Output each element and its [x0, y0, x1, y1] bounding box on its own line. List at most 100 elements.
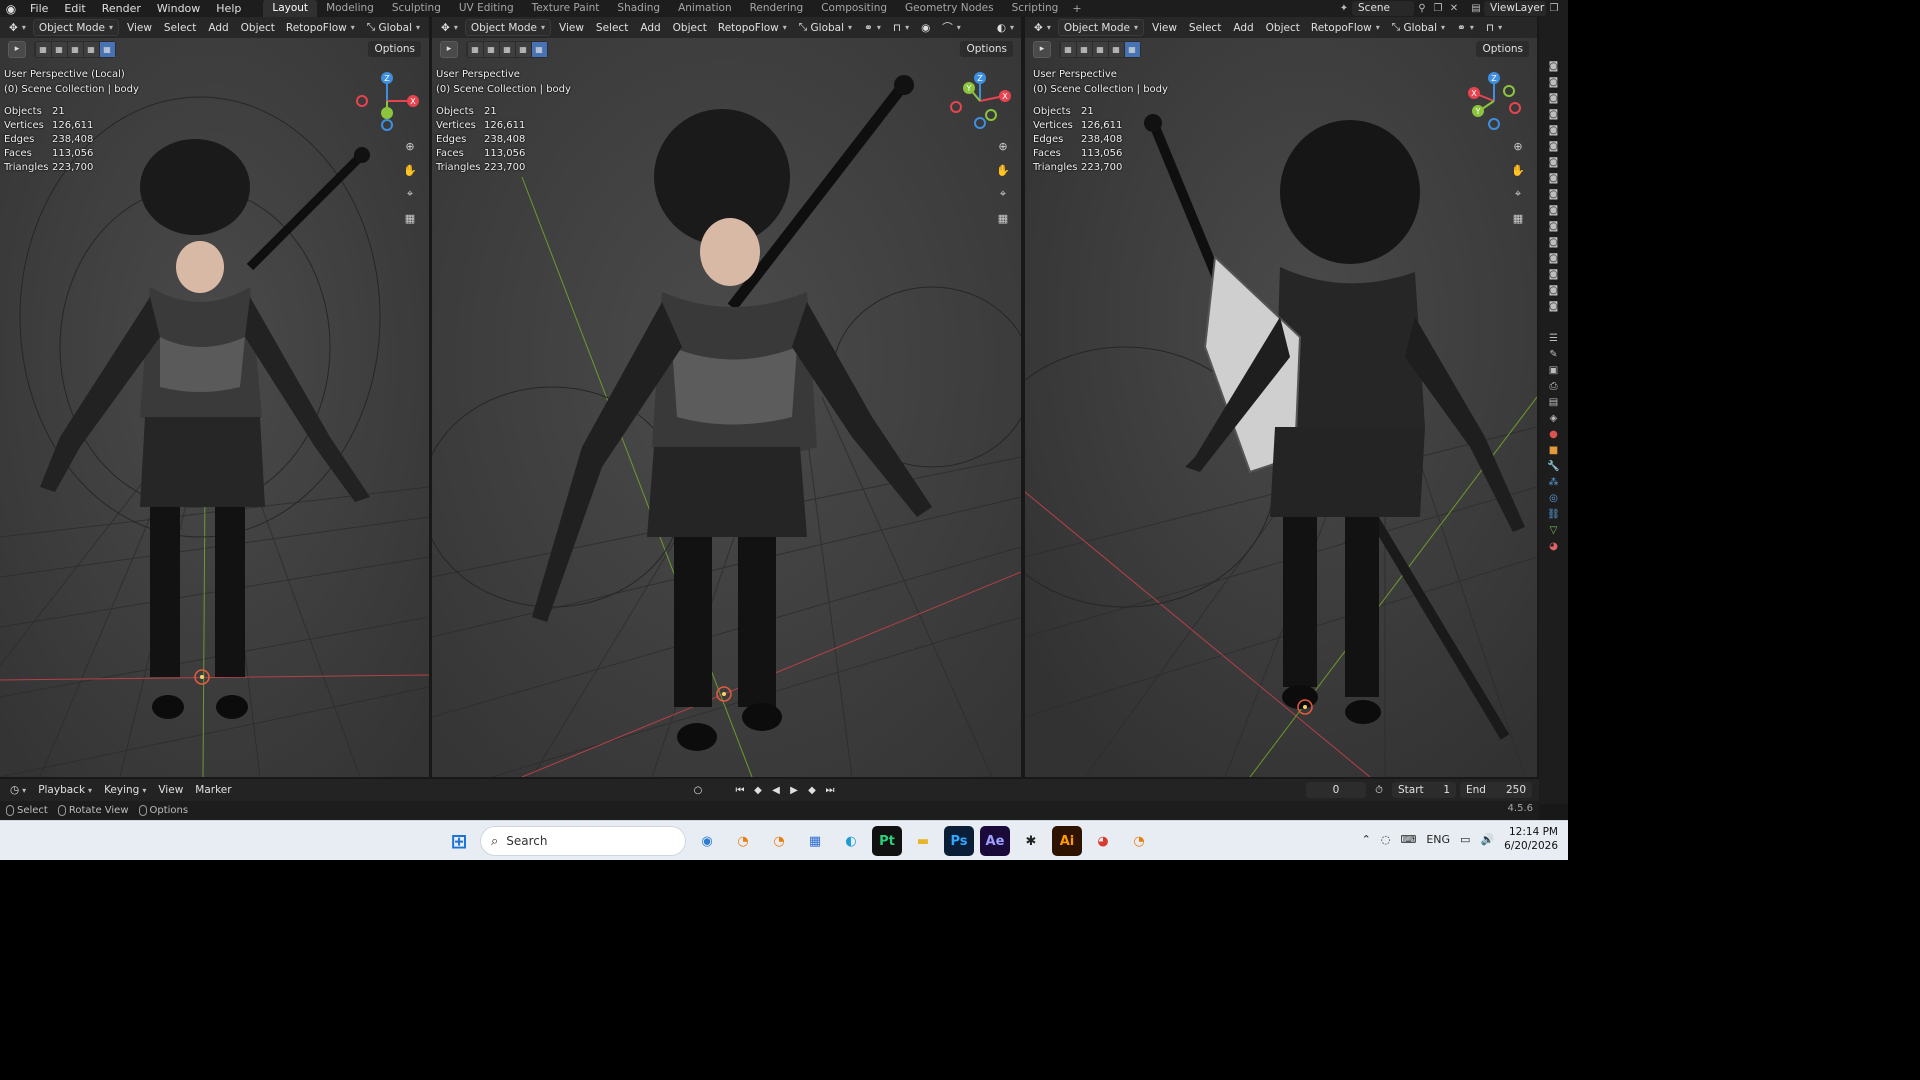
camera-icon[interactable]: ◙ — [1543, 155, 1565, 169]
perspective-grid-icon[interactable]: ▦ — [994, 209, 1012, 227]
object-data-icon[interactable]: ▽ — [1543, 523, 1565, 537]
tab-geometry-nodes[interactable]: Geometry Nodes — [896, 0, 1003, 17]
tool-settings-icon[interactable]: ✎ — [1543, 347, 1565, 361]
camera-icon[interactable]: ◙ — [1543, 251, 1565, 265]
add-workspace-button[interactable]: + — [1067, 0, 1086, 17]
snap-magnet-icon[interactable]: ⊓ ▾ — [888, 19, 914, 36]
world-properties-icon[interactable]: ● — [1543, 427, 1565, 441]
tray-chevron-icon[interactable]: ⌃ — [1362, 833, 1371, 846]
select-invert-icon[interactable]: ▦ — [1108, 41, 1124, 57]
tray-app-icon[interactable]: ◌ — [1381, 833, 1391, 846]
output-properties-icon[interactable]: ⎙ — [1543, 379, 1565, 393]
blender-logo-icon[interactable]: ◉ — [0, 0, 22, 17]
select-subtract-icon[interactable]: ▦ — [499, 41, 515, 57]
modifier-wrench-icon[interactable]: 🔧 — [1543, 459, 1565, 473]
navigation-gizmo[interactable]: Z X — [351, 69, 421, 139]
tab-sculpting[interactable]: Sculpting — [383, 0, 450, 17]
select-new-icon[interactable]: ▦ — [35, 41, 51, 57]
mode-dropdown[interactable]: Object Mode ▾ — [32, 19, 119, 36]
pan-hand-icon[interactable]: ✋ — [1509, 161, 1527, 179]
select-extend-icon[interactable]: ▦ — [1076, 41, 1092, 57]
play-reverse-icon[interactable]: ◀ — [768, 782, 784, 798]
view-layer-selector[interactable]: ▤ ViewLayer ❐ — [1468, 1, 1562, 16]
timeline-view-menu[interactable]: View — [152, 784, 189, 796]
perspective-grid-icon[interactable]: ▦ — [1509, 209, 1527, 227]
select-tool-icon[interactable]: ▸ — [8, 40, 26, 58]
illustrator-app-icon[interactable]: Ai — [1052, 826, 1082, 856]
select-new-icon[interactable]: ▦ — [1060, 41, 1076, 57]
camera-icon[interactable]: ◙ — [1543, 283, 1565, 297]
tab-scripting[interactable]: Scripting — [1003, 0, 1068, 17]
retopoflow-menu[interactable]: RetopoFlow ▾ — [281, 19, 360, 36]
photoshop-app-icon[interactable]: Ps — [944, 826, 974, 856]
menu-view[interactable]: View — [1146, 22, 1183, 34]
options-button[interactable]: Options — [368, 41, 421, 57]
menu-select[interactable]: Select — [590, 22, 634, 34]
select-invert-icon[interactable]: ▦ — [515, 41, 531, 57]
constraints-icon[interactable]: ⛓ — [1543, 507, 1565, 521]
select-intersect-icon[interactable]: ▦ — [99, 41, 115, 57]
network-icon[interactable]: ▭ — [1460, 833, 1470, 846]
marker-menu[interactable]: Marker — [189, 784, 237, 796]
orientation-dropdown[interactable]: ⤡ Global ▾ — [362, 19, 425, 36]
prev-keyframe-icon[interactable]: ◆ — [750, 782, 766, 798]
menu-file[interactable]: File — [22, 0, 56, 17]
pan-hand-icon[interactable]: ✋ — [401, 161, 419, 179]
camera-icon[interactable]: ◙ — [1543, 235, 1565, 249]
orientation-dropdown[interactable]: ⤡ Global ▾ — [794, 19, 857, 36]
options-button[interactable]: Options — [1476, 41, 1529, 57]
menu-add[interactable]: Add — [1227, 22, 1259, 34]
windows-start-icon[interactable]: ⊞ — [444, 826, 474, 856]
language-indicator[interactable]: ENG — [1426, 833, 1450, 846]
camera-icon[interactable]: ◙ — [1543, 219, 1565, 233]
retopoflow-menu[interactable]: RetopoFlow ▾ — [1306, 19, 1385, 36]
stopwatch-icon[interactable]: ⏱ — [1371, 782, 1387, 798]
pivot-icon[interactable]: ⚭ ▾ — [859, 19, 886, 36]
tab-uv-editing[interactable]: UV Editing — [450, 0, 523, 17]
current-frame-field[interactable]: 0 — [1306, 782, 1366, 798]
copy-layer-icon[interactable]: ❐ — [1546, 1, 1562, 16]
camera-icon[interactable]: ◙ — [1543, 75, 1565, 89]
menu-add[interactable]: Add — [634, 22, 666, 34]
zoom-icon[interactable]: ⊕ — [1509, 137, 1527, 155]
camera-icon[interactable]: ◙ — [1543, 107, 1565, 121]
end-frame-field[interactable]: End 250 — [1460, 782, 1532, 798]
camera-icon[interactable]: ◙ — [1543, 59, 1565, 73]
after-effects-app-icon[interactable]: Ae — [980, 826, 1010, 856]
navigation-gizmo[interactable]: Z X Y — [1461, 69, 1531, 139]
menu-object[interactable]: Object — [1260, 22, 1306, 34]
proportional-edit-icon[interactable]: ◉ — [916, 19, 935, 36]
pin-icon[interactable]: ⚲ — [1414, 1, 1430, 16]
select-intersect-icon[interactable]: ▦ — [1124, 41, 1140, 57]
start-frame-field[interactable]: Start 1 — [1392, 782, 1456, 798]
editor-type-icon[interactable]: ✥ ▾ — [436, 19, 463, 36]
mode-dropdown[interactable]: Object Mode ▾ — [464, 19, 551, 36]
render-properties-icon[interactable]: ▣ — [1543, 363, 1565, 377]
teams-app-icon[interactable]: ◉ — [692, 826, 722, 856]
perspective-grid-icon[interactable]: ▦ — [401, 209, 419, 227]
menu-add[interactable]: Add — [202, 22, 234, 34]
next-keyframe-icon[interactable]: ◆ — [804, 782, 820, 798]
menu-window[interactable]: Window — [149, 0, 208, 17]
visibility-icon[interactable]: ◐ ▾ — [992, 19, 1019, 36]
navigation-gizmo[interactable]: Z X Y — [947, 69, 1017, 139]
material-icon[interactable]: ◕ — [1543, 539, 1565, 553]
camera-icon[interactable]: ◙ — [1543, 267, 1565, 281]
scene-properties-icon[interactable]: ◈ — [1543, 411, 1565, 425]
camera-icon[interactable]: ◙ — [1543, 171, 1565, 185]
menu-help[interactable]: Help — [208, 0, 249, 17]
orientation-dropdown[interactable]: ⤡ Global ▾ — [1387, 19, 1450, 36]
blender-app-icon[interactable]: ◔ — [764, 826, 794, 856]
timeline-editor-icon[interactable]: ◷ ▾ — [4, 784, 32, 796]
camera-icon[interactable]: ◙ — [1543, 91, 1565, 105]
view-layer-field[interactable]: ViewLayer — [1484, 1, 1546, 16]
scene-name-field[interactable]: Scene — [1352, 1, 1414, 16]
view-layer-properties-icon[interactable]: ▤ — [1543, 395, 1565, 409]
jump-end-icon[interactable]: ⏭ — [822, 782, 838, 798]
menu-view[interactable]: View — [553, 22, 590, 34]
retopoflow-menu[interactable]: RetopoFlow ▾ — [713, 19, 792, 36]
playback-menu[interactable]: Playback ▾ — [32, 784, 98, 796]
delete-scene-icon[interactable]: ✕ — [1446, 1, 1462, 16]
file-explorer-icon[interactable]: ▬ — [908, 826, 938, 856]
editor-type-icon[interactable]: ✥ ▾ — [4, 19, 31, 36]
